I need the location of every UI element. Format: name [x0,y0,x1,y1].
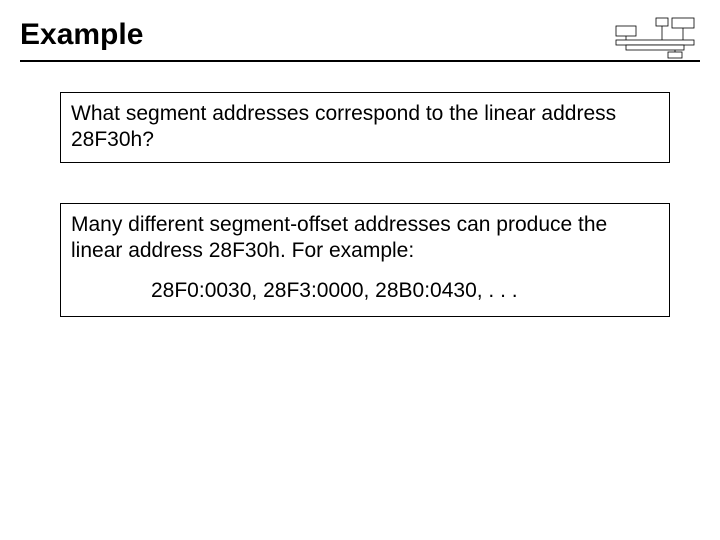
slide-title: Example [20,18,700,52]
slide-content: What segment addresses correspond to the… [0,62,720,317]
architecture-diagram-icon [614,16,700,60]
header-divider [20,60,700,62]
answer-addresses: 28F0:0030, 28F3:0000, 28B0:0430, . . . [151,278,659,304]
slide: Example What segment addresses correspon… [0,0,720,540]
question-text: What segment addresses correspond to the… [71,102,616,151]
question-box: What segment addresses correspond to the… [60,92,670,163]
slide-header: Example [0,0,720,62]
answer-intro: Many different segment-offset addresses … [71,212,659,265]
answer-box: Many different segment-offset addresses … [60,203,670,318]
